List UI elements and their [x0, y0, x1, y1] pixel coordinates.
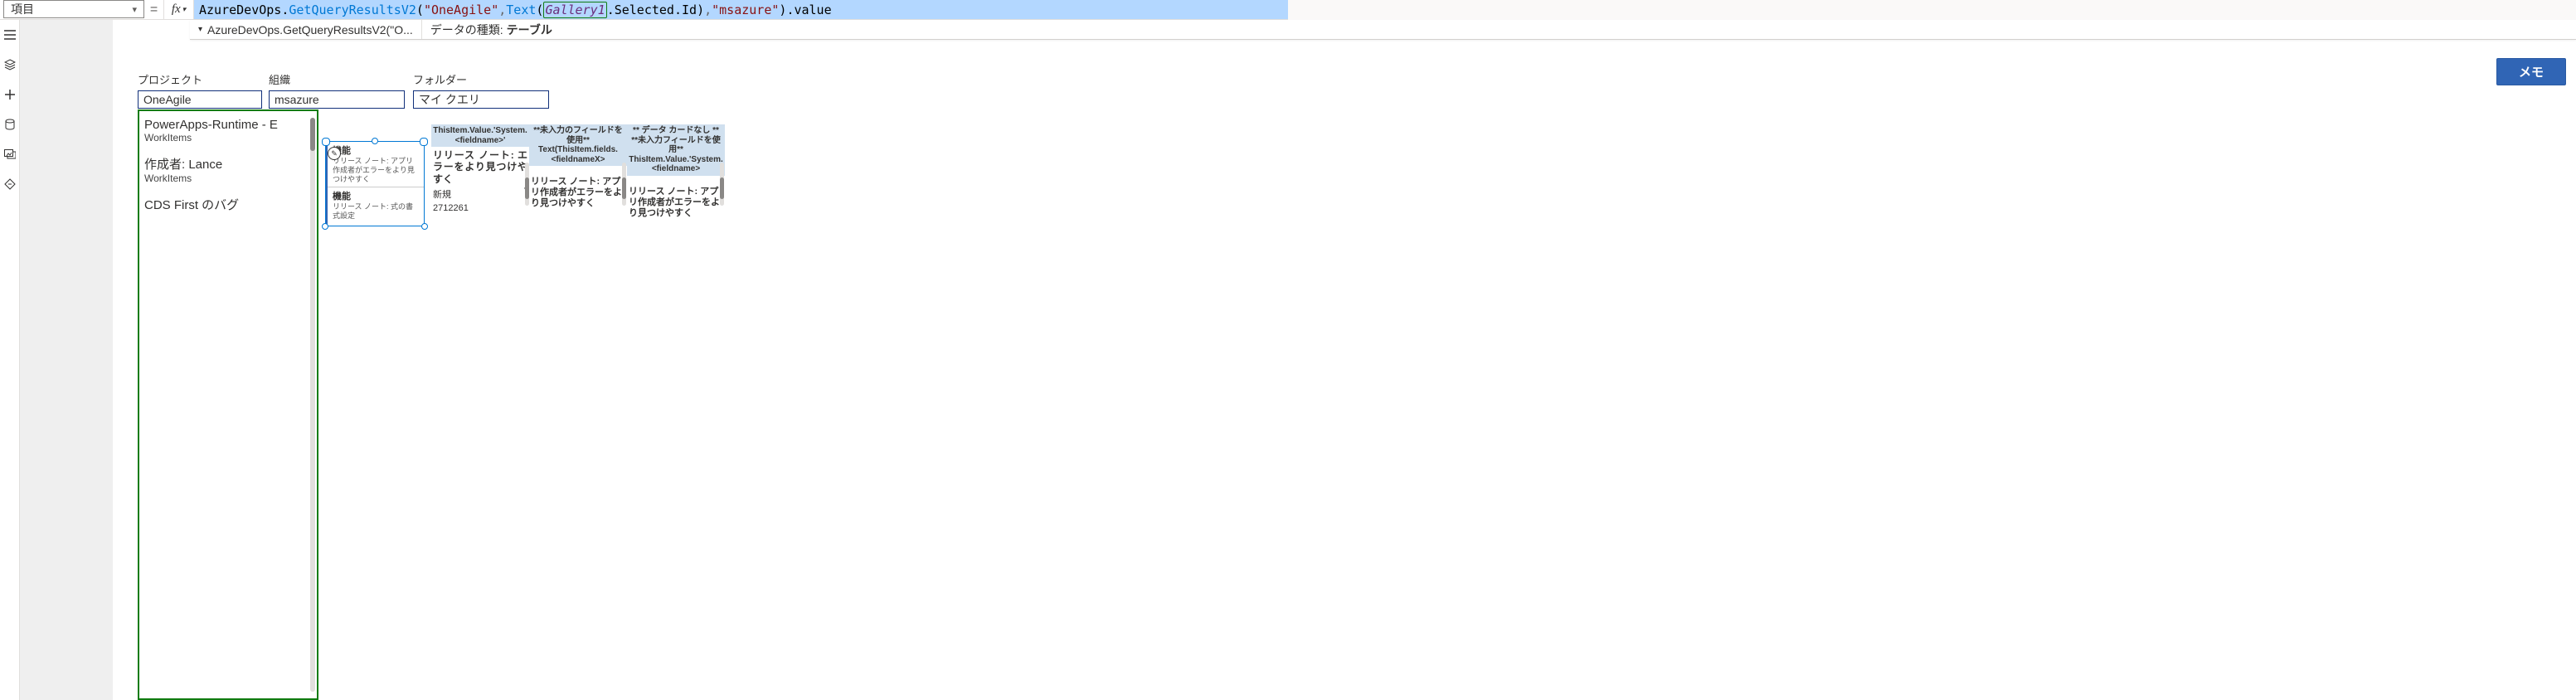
card-status: 新規: [433, 187, 527, 201]
card-desc: リリース ノート: アプリ作成者がエラーをより見つけやすく: [333, 157, 420, 183]
scrollbar[interactable]: [720, 163, 724, 206]
project-input[interactable]: OneAgile: [138, 90, 262, 109]
formula-token: .value: [786, 2, 831, 17]
formula-token: ,: [498, 2, 506, 17]
folder-value: マイ クエリ: [419, 91, 480, 108]
fx-label: fx: [172, 2, 181, 17]
detail-card-system[interactable]: ThisItem.Value.'System.<fieldname>' リリース…: [431, 124, 529, 213]
hamburger-icon[interactable]: [3, 28, 17, 41]
formula-bar: 項目 ▾ = fx ▾ AzureDevOps . GetQueryResult…: [0, 0, 1288, 20]
formula-token: Text: [506, 2, 536, 17]
resize-handle[interactable]: [322, 223, 328, 230]
folder-input[interactable]: マイ クエリ: [413, 90, 549, 109]
list-item[interactable]: 作成者: Lance WorkItems: [144, 155, 309, 184]
datatype-value: テーブル: [507, 22, 552, 38]
card-header: ThisItem.Value.'System.<fieldname>': [431, 124, 529, 147]
chevron-down-icon: ▾: [182, 5, 187, 14]
formula-token: .: [281, 2, 289, 17]
card-type: 機能: [333, 143, 420, 157]
canvas-background: メモ プロジェクト OneAgile 組織 msazure フォルダー マイ ク…: [20, 20, 2576, 700]
project-label: プロジェクト: [138, 71, 262, 87]
formula-token: ): [697, 2, 704, 17]
project-value: OneAgile: [143, 93, 192, 106]
list-item[interactable]: PowerApps-Runtime - E WorkItems: [144, 118, 309, 143]
list-item[interactable]: CDS First のバグ: [144, 196, 309, 213]
memo-button[interactable]: メモ: [2496, 58, 2566, 85]
formula-token: ,: [704, 2, 712, 17]
queries-gallery[interactable]: PowerApps-Runtime - E WorkItems 作成者: Lan…: [138, 109, 318, 700]
left-rail: [0, 20, 20, 700]
formula-token: (: [416, 2, 424, 17]
formula-input[interactable]: AzureDevOps . GetQueryResultsV2 ( "OneAg…: [194, 0, 1288, 19]
card-title: リリース ノート: エラーをより見つけやすく: [433, 149, 527, 185]
equals-label: =: [144, 0, 164, 19]
list-item-subtitle: WorkItems: [144, 132, 309, 143]
formula-result-bar: ▾ AzureDevOps.GetQueryResultsV2("O... デー…: [190, 20, 2576, 40]
scroll-thumb[interactable]: [720, 177, 724, 199]
selected-gallery-card[interactable]: ✎ 機能 リリース ノート: アプリ作成者がエラーをより見つけやすく 機能 リリ…: [325, 141, 425, 226]
card-desc: リリース ノート: 式の書式設定: [333, 202, 420, 221]
formula-token: (: [536, 2, 543, 17]
resize-handle[interactable]: [421, 223, 428, 230]
list-item-title: CDS First のバグ: [144, 196, 309, 213]
folder-label: フォルダー: [413, 71, 549, 87]
formula-token: "msazure": [712, 2, 779, 17]
formula-token: GetQueryResultsV2: [289, 2, 416, 17]
chevron-down-icon: ▾: [132, 4, 137, 15]
formula-token-highlighted: Gallery1: [543, 2, 606, 18]
app-screen[interactable]: メモ プロジェクト OneAgile 組織 msazure フォルダー マイ ク…: [113, 20, 2576, 700]
list-item-title: PowerApps-Runtime - E: [144, 118, 309, 132]
formula-token: "OneAgile": [424, 2, 498, 17]
edit-icon[interactable]: ✎: [328, 147, 341, 160]
formula-token: AzureDevOps: [199, 2, 281, 17]
property-selector[interactable]: 項目 ▾: [3, 0, 144, 18]
org-input[interactable]: msazure: [269, 90, 405, 109]
card-header: ** データ カードなし ** **未入力フィールドを使用** ThisItem…: [627, 124, 725, 176]
scroll-thumb[interactable]: [622, 177, 626, 199]
org-label: 組織: [269, 71, 405, 87]
list-item-title: 作成者: Lance: [144, 155, 309, 173]
org-value: msazure: [275, 93, 319, 106]
detail-card-fields[interactable]: **未入力のフィールドを使用** Text(ThisItem.fields.<f…: [529, 124, 627, 210]
detail-card-nodatacard[interactable]: ** データ カードなし ** **未入力フィールドを使用** ThisItem…: [627, 124, 725, 219]
layers-icon[interactable]: [3, 58, 17, 71]
fx-button[interactable]: fx ▾: [164, 0, 194, 19]
card-title: リリース ノート: アプリ作成者がエラーをより見つけやすく: [629, 187, 723, 220]
tools-icon[interactable]: [3, 177, 17, 191]
card-type: 機能: [333, 189, 420, 202]
plus-icon[interactable]: [3, 88, 17, 101]
card-header: **未入力のフィールドを使用** Text(ThisItem.fields.<f…: [529, 124, 627, 166]
scrollbar[interactable]: [622, 163, 626, 206]
formula-result-summary: AzureDevOps.GetQueryResultsV2("O...: [207, 23, 413, 36]
scroll-thumb[interactable]: [310, 118, 315, 151]
chevron-down-icon: ▾: [198, 25, 202, 34]
datatype-label: データの種類:: [430, 22, 503, 38]
formula-result-expand[interactable]: ▾ AzureDevOps.GetQueryResultsV2("O...: [190, 20, 422, 39]
property-selector-label: 項目: [11, 1, 34, 17]
resize-handle[interactable]: [372, 138, 378, 144]
card-id: 2712261: [433, 203, 527, 213]
formula-token: ): [779, 2, 786, 17]
card-title: リリース ノート: アプリ作成者がエラーをより見つけやすく: [531, 177, 625, 210]
list-item-subtitle: WorkItems: [144, 173, 309, 184]
media-icon[interactable]: [3, 148, 17, 161]
formula-token: .Selected.Id: [607, 2, 697, 17]
scrollbar[interactable]: [310, 118, 315, 692]
database-icon[interactable]: [3, 118, 17, 131]
